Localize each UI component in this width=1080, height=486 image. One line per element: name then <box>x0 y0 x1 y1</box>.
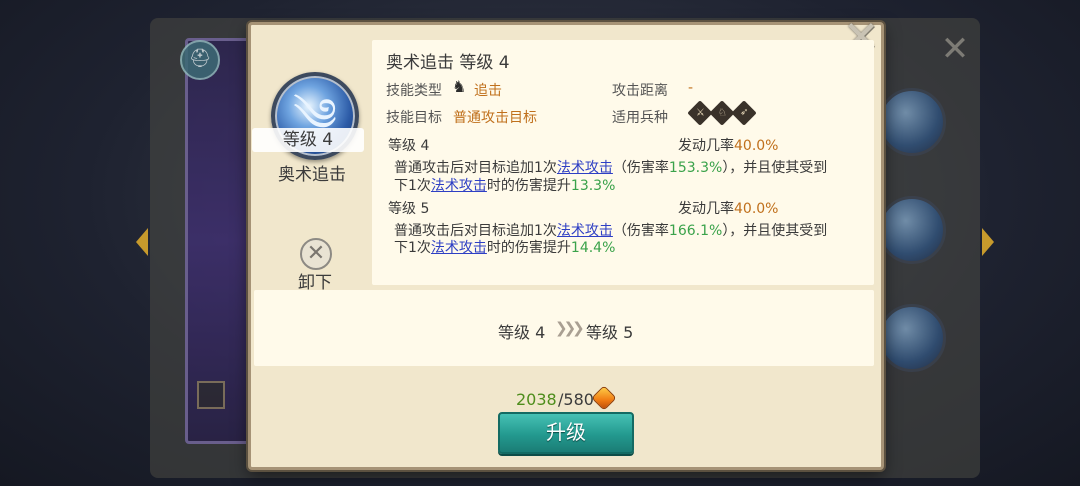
magic-attack-link[interactable]: 法术攻击 <box>431 240 487 256</box>
next-level: 等级 5 <box>586 323 634 342</box>
skill-type-label: 技能类型 <box>386 83 442 99</box>
level-4-heading: 等级 4 <box>388 138 430 154</box>
triple-chevron-icon: ❯❯❯ <box>555 319 585 337</box>
skill-type-value: 追击 <box>474 83 502 99</box>
level-4-description-line1: 普通攻击后对目标追加1次法术攻击（伤害率153.3%），并且使其受到 <box>394 160 828 176</box>
applicable-units-label: 适用兵种 <box>612 110 668 126</box>
skill-title: 奥术追击 等级 4 <box>386 53 510 73</box>
background-skill-icon <box>878 304 946 372</box>
resource-owned: 2038 <box>516 390 557 409</box>
level-5-heading: 等级 5 <box>388 201 430 217</box>
attack-range-label: 攻击距离 <box>612 83 668 99</box>
skill-name: 奥术追击 <box>278 165 346 185</box>
magic-attack-link[interactable]: 法术攻击 <box>431 178 487 194</box>
level-4-trigger: 发动几率40.0% <box>678 138 779 154</box>
background-skill-icon <box>878 196 946 264</box>
level-4-description-line2: 下1次法术攻击时的伤害提升13.3% <box>394 178 616 194</box>
skill-level-badge: 等级 4 <box>252 128 364 152</box>
resource-required: /580 <box>558 390 594 409</box>
skill-target-value: 普通攻击目标 <box>453 110 537 126</box>
background-counter-icon <box>197 381 225 409</box>
background-right-arrow-icon <box>982 228 994 256</box>
current-level: 等级 4 <box>498 323 546 342</box>
background-skill-icon <box>878 88 946 156</box>
background-close-icon: ✕ <box>940 29 970 69</box>
helmet-icon: ⛑ <box>180 40 220 80</box>
magic-attack-link[interactable]: 法术攻击 <box>557 160 613 176</box>
pursuit-type-icon: ♞ <box>452 77 467 96</box>
skill-target-label: 技能目标 <box>386 110 442 126</box>
level-5-description-line2: 下1次法术攻击时的伤害提升14.4% <box>394 240 616 256</box>
upgrade-button[interactable]: 升级 <box>498 412 634 454</box>
level-5-trigger: 发动几率40.0% <box>678 201 779 217</box>
background-left-arrow-icon <box>136 228 148 256</box>
attack-range-value: - <box>688 80 694 96</box>
unequip-icon[interactable]: ✕ <box>300 238 332 270</box>
